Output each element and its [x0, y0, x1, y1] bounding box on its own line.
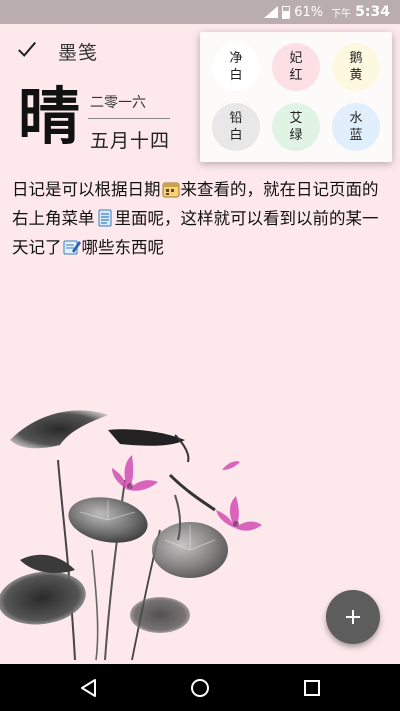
battery-percent: 61% — [294, 4, 324, 20]
lunar-date: 五月十四 — [90, 130, 171, 152]
pencil-note-emoji-icon — [63, 240, 81, 255]
note-text-1: 日记是可以根据日期 — [12, 180, 161, 199]
theme-swatch-label: 水 — [349, 111, 363, 126]
theme-swatch-label: 黄 — [349, 68, 363, 83]
calendar-emoji-icon — [162, 182, 179, 198]
check-icon[interactable] — [16, 38, 38, 60]
theme-swatch-label: 绿 — [289, 128, 303, 143]
lotus-ink-painting — [0, 410, 262, 661]
theme-swatch-label: 鹅 — [349, 51, 363, 66]
add-entry-button[interactable] — [326, 590, 380, 644]
navigation-bar — [0, 664, 400, 711]
theme-swatch-consort-red[interactable]: 妃 红 — [272, 43, 320, 91]
theme-color-menu: 净 白 妃 红 鹅 黄 铅 白 艾 绿 水 蓝 — [200, 32, 392, 162]
time-period: 下午 — [331, 8, 352, 20]
theme-swatch-mugwort-green[interactable]: 艾 绿 — [272, 103, 320, 151]
theme-swatch-label: 艾 — [289, 111, 303, 126]
note-body[interactable]: 日记是可以根据日期 来查看的，就在日记页面的右上角菜单 里面呢，这样就可以看到以… — [12, 175, 392, 262]
theme-swatch-goose-yellow[interactable]: 鹅 黄 — [332, 43, 380, 91]
theme-swatch-label: 铅 — [229, 111, 243, 126]
plus-icon — [346, 610, 360, 624]
theme-swatch-label: 妃 — [289, 51, 303, 66]
date-divider — [88, 118, 170, 119]
app-title: 墨笺 — [58, 42, 99, 64]
clock: 5:34 — [355, 4, 390, 20]
battery-icon — [282, 5, 291, 19]
recents-icon[interactable] — [301, 677, 323, 699]
theme-swatch-pure-white[interactable]: 净 白 — [212, 43, 260, 91]
theme-swatch-label: 白 — [229, 128, 243, 143]
status-bar: 61% 下午 5:34 — [0, 0, 400, 24]
theme-swatch-label: 蓝 — [349, 128, 363, 143]
theme-swatch-water-blue[interactable]: 水 蓝 — [332, 103, 380, 151]
weather-character[interactable]: 晴 — [18, 86, 80, 148]
note-text-4: 哪些东西呢 — [81, 238, 165, 257]
lunar-year: 二零一六 — [90, 95, 146, 111]
memo-emoji-icon — [98, 209, 111, 227]
theme-swatch-label: 净 — [229, 51, 243, 66]
theme-swatch-label: 红 — [289, 68, 303, 83]
signal-icon — [264, 6, 279, 18]
theme-swatch-label: 白 — [229, 68, 243, 83]
home-icon[interactable] — [189, 677, 211, 699]
theme-swatch-lead-white[interactable]: 铅 白 — [212, 103, 260, 151]
back-icon[interactable] — [78, 677, 100, 699]
status-icons: 61% 下午 5:34 — [264, 4, 390, 20]
